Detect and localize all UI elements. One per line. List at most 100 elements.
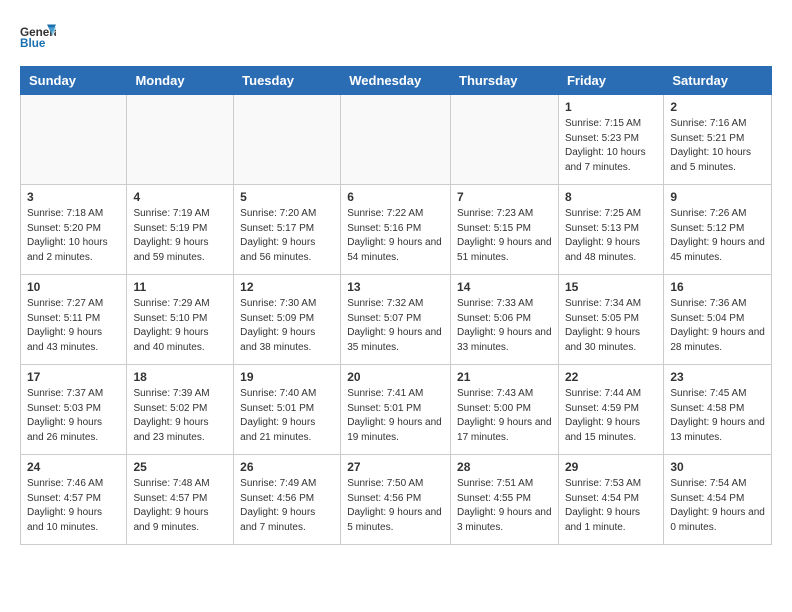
calendar-cell — [234, 95, 341, 185]
day-info: Sunrise: 7:53 AM Sunset: 4:54 PM Dayligh… — [565, 477, 657, 535]
day-info: Sunrise: 7:54 AM Sunset: 4:54 PM Dayligh… — [670, 477, 765, 535]
week-row-3: 10 Sunrise: 7:27 AM Sunset: 5:11 PM Dayli… — [21, 275, 772, 365]
day-info: Sunrise: 7:15 AM Sunset: 5:23 PM Dayligh… — [565, 117, 657, 175]
day-info: Sunrise: 7:20 AM Sunset: 5:17 PM Dayligh… — [240, 207, 334, 265]
day-number: 17 — [27, 370, 120, 384]
calendar-cell — [341, 95, 451, 185]
calendar-cell: 2Sunrise: 7:16 AM Sunset: 5:21 PM Daylig… — [664, 95, 772, 185]
day-info: Sunrise: 7:23 AM Sunset: 5:15 PM Dayligh… — [457, 207, 552, 265]
calendar-cell: 15 Sunrise: 7:34 AM Sunset: 5:05 PM Dayli… — [558, 275, 663, 365]
calendar-cell: 12 Sunrise: 7:30 AM Sunset: 5:09 PM Dayli… — [234, 275, 341, 365]
week-row-4: 17 Sunrise: 7:37 AM Sunset: 5:03 PM Dayli… — [21, 365, 772, 455]
day-info: Sunrise: 7:49 AM Sunset: 4:56 PM Dayligh… — [240, 477, 334, 535]
day-number: 27 — [347, 460, 444, 474]
day-info: Sunrise: 7:18 AM Sunset: 5:20 PM Dayligh… — [27, 207, 120, 265]
calendar-cell: 20 Sunrise: 7:41 AM Sunset: 5:01 PM Dayli… — [341, 365, 451, 455]
day-info: Sunrise: 7:44 AM Sunset: 4:59 PM Dayligh… — [565, 387, 657, 445]
calendar-header-tuesday: Tuesday — [234, 67, 341, 95]
calendar-cell: 24Sunrise: 7:46 AM Sunset: 4:57 PM Dayli… — [21, 455, 127, 545]
calendar-cell: 4 Sunrise: 7:19 AM Sunset: 5:19 PM Daylig… — [127, 185, 234, 275]
calendar-cell: 21 Sunrise: 7:43 AM Sunset: 5:00 PM Dayli… — [451, 365, 559, 455]
day-info: Sunrise: 7:29 AM Sunset: 5:10 PM Dayligh… — [133, 297, 227, 355]
calendar-cell: 26 Sunrise: 7:49 AM Sunset: 4:56 PM Dayli… — [234, 455, 341, 545]
day-number: 2 — [670, 100, 765, 114]
day-number: 12 — [240, 280, 334, 294]
calendar-cell: 19 Sunrise: 7:40 AM Sunset: 5:01 PM Dayli… — [234, 365, 341, 455]
day-number: 11 — [133, 280, 227, 294]
day-info: Sunrise: 7:41 AM Sunset: 5:01 PM Dayligh… — [347, 387, 444, 445]
day-number: 18 — [133, 370, 227, 384]
day-number: 22 — [565, 370, 657, 384]
day-number: 3 — [27, 190, 120, 204]
calendar-cell: 18 Sunrise: 7:39 AM Sunset: 5:02 PM Dayli… — [127, 365, 234, 455]
day-number: 13 — [347, 280, 444, 294]
day-info: Sunrise: 7:19 AM Sunset: 5:19 PM Dayligh… — [133, 207, 227, 265]
week-row-1: 1 Sunrise: 7:15 AM Sunset: 5:23 PM Daylig… — [21, 95, 772, 185]
day-info: Sunrise: 7:37 AM Sunset: 5:03 PM Dayligh… — [27, 387, 120, 445]
day-info: Sunrise: 7:33 AM Sunset: 5:06 PM Dayligh… — [457, 297, 552, 355]
day-number: 8 — [565, 190, 657, 204]
calendar-cell — [127, 95, 234, 185]
calendar-cell: 3 Sunrise: 7:18 AM Sunset: 5:20 PM Daylig… — [21, 185, 127, 275]
calendar-cell: 29 Sunrise: 7:53 AM Sunset: 4:54 PM Dayli… — [558, 455, 663, 545]
calendar-cell: 8 Sunrise: 7:25 AM Sunset: 5:13 PM Daylig… — [558, 185, 663, 275]
day-number: 28 — [457, 460, 552, 474]
day-info: Sunrise: 7:51 AM Sunset: 4:55 PM Dayligh… — [457, 477, 552, 535]
day-number: 25 — [133, 460, 227, 474]
day-info: Sunrise: 7:34 AM Sunset: 5:05 PM Dayligh… — [565, 297, 657, 355]
calendar-cell: 1 Sunrise: 7:15 AM Sunset: 5:23 PM Daylig… — [558, 95, 663, 185]
page-header: General Blue — [20, 20, 772, 56]
calendar-header-wednesday: Wednesday — [341, 67, 451, 95]
day-number: 26 — [240, 460, 334, 474]
day-number: 9 — [670, 190, 765, 204]
day-info: Sunrise: 7:22 AM Sunset: 5:16 PM Dayligh… — [347, 207, 444, 265]
calendar-cell: 11 Sunrise: 7:29 AM Sunset: 5:10 PM Dayli… — [127, 275, 234, 365]
day-info: Sunrise: 7:25 AM Sunset: 5:13 PM Dayligh… — [565, 207, 657, 265]
calendar-cell: 17 Sunrise: 7:37 AM Sunset: 5:03 PM Dayli… — [21, 365, 127, 455]
day-number: 4 — [133, 190, 227, 204]
day-info: Sunrise: 7:50 AM Sunset: 4:56 PM Dayligh… — [347, 477, 444, 535]
day-number: 5 — [240, 190, 334, 204]
day-number: 14 — [457, 280, 552, 294]
calendar-cell: 14 Sunrise: 7:33 AM Sunset: 5:06 PM Dayli… — [451, 275, 559, 365]
day-info: Sunrise: 7:40 AM Sunset: 5:01 PM Dayligh… — [240, 387, 334, 445]
calendar-cell: 9 Sunrise: 7:26 AM Sunset: 5:12 PM Daylig… — [664, 185, 772, 275]
day-number: 7 — [457, 190, 552, 204]
day-info: Sunrise: 7:45 AM Sunset: 4:58 PM Dayligh… — [670, 387, 765, 445]
calendar-header-row: SundayMondayTuesdayWednesdayThursdayFrid… — [21, 67, 772, 95]
day-number: 24 — [27, 460, 120, 474]
calendar-header-saturday: Saturday — [664, 67, 772, 95]
calendar-cell: 10 Sunrise: 7:27 AM Sunset: 5:11 PM Dayli… — [21, 275, 127, 365]
logo-icon: General Blue — [20, 20, 56, 56]
svg-text:Blue: Blue — [20, 37, 46, 50]
day-number: 10 — [27, 280, 120, 294]
day-info: Sunrise: 7:48 AM Sunset: 4:57 PM Dayligh… — [133, 477, 227, 535]
day-number: 15 — [565, 280, 657, 294]
day-number: 23 — [670, 370, 765, 384]
calendar-table: SundayMondayTuesdayWednesdayThursdayFrid… — [20, 66, 772, 545]
day-number: 30 — [670, 460, 765, 474]
day-info: Sunrise: 7:30 AM Sunset: 5:09 PM Dayligh… — [240, 297, 334, 355]
calendar-cell — [451, 95, 559, 185]
calendar-cell: 30 Sunrise: 7:54 AM Sunset: 4:54 PM Dayli… — [664, 455, 772, 545]
day-info: Sunrise: 7:43 AM Sunset: 5:00 PM Dayligh… — [457, 387, 552, 445]
calendar-cell: 22 Sunrise: 7:44 AM Sunset: 4:59 PM Dayli… — [558, 365, 663, 455]
calendar-cell: 28 Sunrise: 7:51 AM Sunset: 4:55 PM Dayli… — [451, 455, 559, 545]
day-number: 29 — [565, 460, 657, 474]
calendar-cell: 16Sunrise: 7:36 AM Sunset: 5:04 PM Dayli… — [664, 275, 772, 365]
week-row-2: 3 Sunrise: 7:18 AM Sunset: 5:20 PM Daylig… — [21, 185, 772, 275]
day-number: 20 — [347, 370, 444, 384]
calendar-header-friday: Friday — [558, 67, 663, 95]
day-number: 19 — [240, 370, 334, 384]
calendar-header-thursday: Thursday — [451, 67, 559, 95]
day-number: 21 — [457, 370, 552, 384]
day-number: 1 — [565, 100, 657, 114]
day-info: Sunrise: 7:39 AM Sunset: 5:02 PM Dayligh… — [133, 387, 227, 445]
day-info: Sunrise: 7:27 AM Sunset: 5:11 PM Dayligh… — [27, 297, 120, 355]
calendar-cell: 7 Sunrise: 7:23 AM Sunset: 5:15 PM Daylig… — [451, 185, 559, 275]
day-info: Sunrise: 7:26 AM Sunset: 5:12 PM Dayligh… — [670, 207, 765, 265]
day-info: Sunrise: 7:36 AM Sunset: 5:04 PM Dayligh… — [670, 297, 765, 355]
calendar-cell: 6Sunrise: 7:22 AM Sunset: 5:16 PM Daylig… — [341, 185, 451, 275]
calendar-cell: 5 Sunrise: 7:20 AM Sunset: 5:17 PM Daylig… — [234, 185, 341, 275]
week-row-5: 24Sunrise: 7:46 AM Sunset: 4:57 PM Dayli… — [21, 455, 772, 545]
